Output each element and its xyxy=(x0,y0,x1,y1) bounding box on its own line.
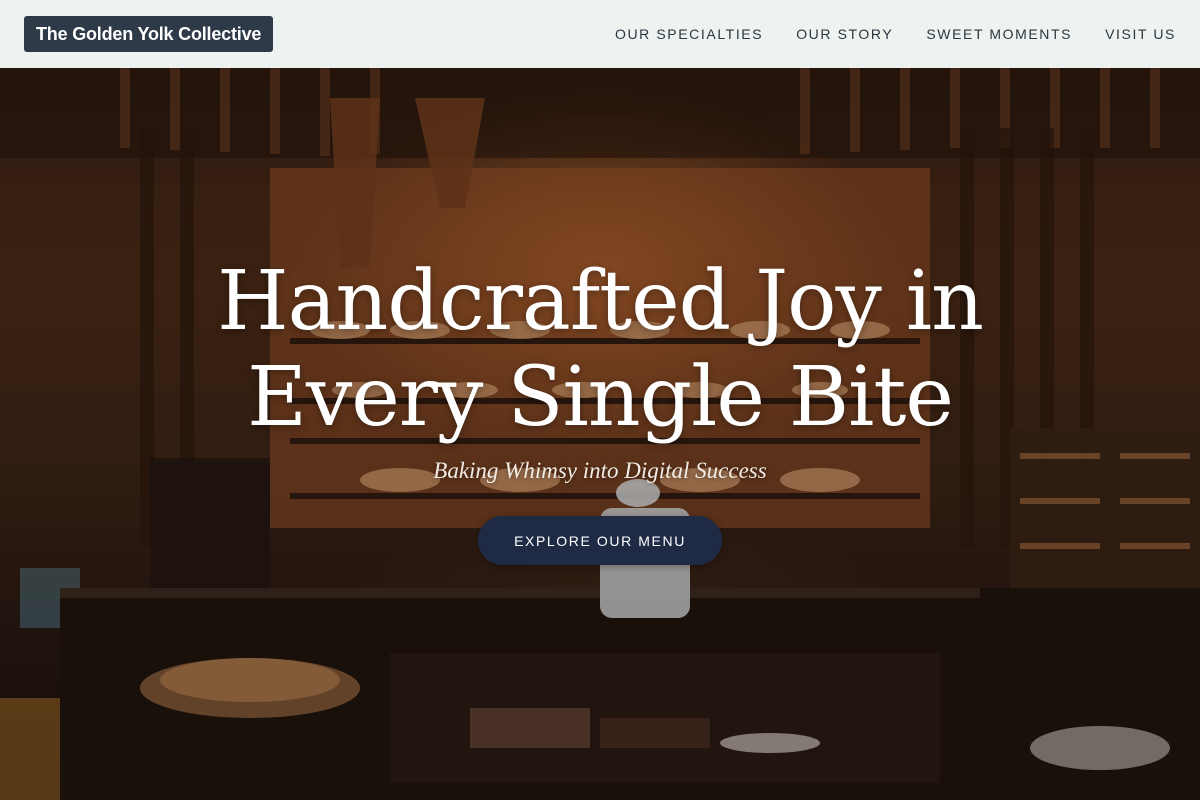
nav-link-our-story[interactable]: OUR STORY xyxy=(796,26,893,42)
main-nav: OUR SPECIALTIES OUR STORY SWEET MOMENTS … xyxy=(615,26,1176,42)
hero-content: Handcrafted Joy in Every Single Bite Bak… xyxy=(0,68,1200,800)
hero-section: Handcrafted Joy in Every Single Bite Bak… xyxy=(0,68,1200,800)
site-header: The Golden Yolk Collective OUR SPECIALTI… xyxy=(0,0,1200,68)
hero-subtitle: Baking Whimsy into Digital Success xyxy=(433,458,767,483)
nav-link-sweet-moments[interactable]: SWEET MOMENTS xyxy=(926,26,1072,42)
nav-link-visit-us[interactable]: VISIT US xyxy=(1105,26,1176,42)
explore-menu-button[interactable]: EXPLORE OUR MENU xyxy=(478,516,722,565)
brand-logo[interactable]: The Golden Yolk Collective xyxy=(24,16,274,52)
nav-link-our-specialties[interactable]: OUR SPECIALTIES xyxy=(615,26,763,42)
hero-title: Handcrafted Joy in Every Single Bite xyxy=(217,254,984,445)
